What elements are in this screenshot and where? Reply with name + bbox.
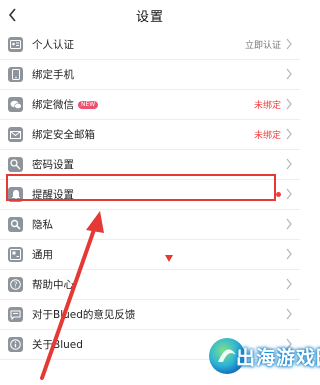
chevron-right-icon xyxy=(286,308,292,320)
settings-row-privacy[interactable]: 隐私 xyxy=(0,210,300,240)
settings-row-label: 绑定安全邮箱 xyxy=(32,129,95,141)
settings-row-general[interactable]: 通用 xyxy=(0,240,300,270)
chevron-right-icon xyxy=(286,248,292,260)
wechat-icon xyxy=(8,97,23,112)
general-icon xyxy=(8,247,23,262)
settings-row-label: 关于Blued xyxy=(32,339,83,351)
page-title: 设置 xyxy=(135,10,164,25)
watermark-logo: 出海游戏园 xyxy=(206,335,320,385)
down-triangle-marker xyxy=(165,255,173,262)
settings-row-reminder[interactable]: 提醒设置 xyxy=(0,180,300,210)
chevron-right-icon xyxy=(286,158,292,170)
settings-row-label: 绑定微信 NEW xyxy=(32,97,99,112)
settings-row-bind-wechat[interactable]: 绑定微信 NEW 未绑定 xyxy=(0,90,300,120)
verify-status: 立即认证 xyxy=(244,41,281,51)
bell-icon xyxy=(8,187,23,202)
new-badge: NEW xyxy=(78,101,99,109)
feedback-icon xyxy=(8,307,23,322)
watermark-text: 出海游戏园 xyxy=(236,347,320,369)
key-icon xyxy=(8,157,23,172)
wechat-bind-status: 未绑定 xyxy=(253,101,281,111)
header-bar: 设置 xyxy=(0,0,300,30)
chevron-right-icon xyxy=(286,218,292,230)
wechat-label-text: 绑定微信 xyxy=(32,99,74,111)
chevron-right-icon xyxy=(286,98,292,110)
email-bind-status: 未绑定 xyxy=(253,131,281,141)
mail-icon xyxy=(8,127,23,142)
settings-row-label: 隐私 xyxy=(32,219,53,231)
settings-row-label: 通用 xyxy=(32,249,53,261)
chevron-right-icon xyxy=(286,128,292,140)
settings-row-feedback[interactable]: 对于Blued的意见反馈 xyxy=(0,300,300,330)
settings-row-bind-phone[interactable]: 绑定手机 xyxy=(0,60,300,90)
chevron-right-icon xyxy=(286,188,292,200)
settings-row-bind-email[interactable]: 绑定安全邮箱 未绑定 xyxy=(0,120,300,150)
privacy-icon xyxy=(8,217,23,232)
chevron-right-icon xyxy=(286,38,292,50)
settings-list: 个人认证 立即认证 绑定手机 绑定微信 NEW 未绑定 绑定安全邮箱 未绑定 密码… xyxy=(0,30,300,360)
chevron-right-icon xyxy=(286,278,292,290)
info-icon xyxy=(8,337,23,352)
notification-dot xyxy=(276,192,281,197)
settings-row-label: 帮助中心 xyxy=(32,279,74,291)
id-card-icon xyxy=(8,37,23,52)
settings-row-label: 提醒设置 xyxy=(32,189,74,201)
settings-row-label: 密码设置 xyxy=(32,159,74,171)
help-icon: ? xyxy=(8,277,23,292)
settings-row-label: 个人认证 xyxy=(32,39,74,51)
chevron-right-icon xyxy=(286,68,292,80)
settings-row-personal-verify[interactable]: 个人认证 立即认证 xyxy=(0,30,300,60)
settings-row-label: 绑定手机 xyxy=(32,69,74,81)
svg-text:?: ? xyxy=(14,280,18,289)
phone-icon xyxy=(8,67,23,82)
settings-row-label: 对于Blued的意见反馈 xyxy=(32,309,136,321)
settings-row-password[interactable]: 密码设置 xyxy=(0,150,300,180)
settings-row-help-center[interactable]: ? 帮助中心 xyxy=(0,270,300,300)
